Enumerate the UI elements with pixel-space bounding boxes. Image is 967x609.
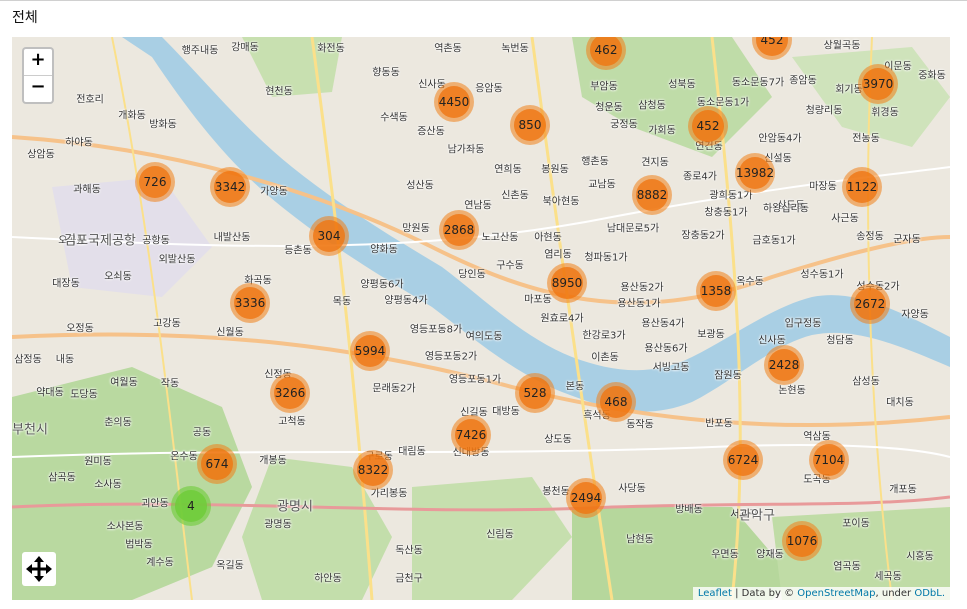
marker-cluster[interactable]: 6724 xyxy=(723,440,763,480)
cluster-count: 3342 xyxy=(214,171,246,203)
cluster-count: 13982 xyxy=(736,157,774,189)
marker-cluster[interactable]: 3336 xyxy=(230,283,270,323)
marker-cluster[interactable]: 726 xyxy=(135,162,175,202)
marker-cluster[interactable]: 3266 xyxy=(270,373,310,413)
cluster-count: 4 xyxy=(175,490,207,522)
marker-cluster[interactable]: 8950 xyxy=(547,263,587,303)
marker-cluster[interactable]: 4 xyxy=(171,486,211,526)
cluster-count: 7104 xyxy=(813,444,845,476)
cluster-count: 2428 xyxy=(768,349,800,381)
marker-cluster[interactable]: 5994 xyxy=(350,331,390,371)
map-attribution: Leaflet | Data by © OpenStreetMap, under… xyxy=(692,587,950,600)
cluster-count: 5994 xyxy=(354,335,386,367)
pan-move-button[interactable] xyxy=(22,552,56,586)
marker-cluster[interactable]: 1358 xyxy=(696,271,736,311)
marker-cluster[interactable]: 4450 xyxy=(434,82,474,122)
cluster-count: 468 xyxy=(600,386,632,418)
cluster-count: 304 xyxy=(313,220,345,252)
map-view[interactable]: 행주내동 강매동 화전동 역촌동 녹번동 상월곡동 이문동 향동동 신사동 응암동 부암동 성북동 동소… xyxy=(12,37,950,600)
move-arrows-icon xyxy=(26,556,52,582)
marker-cluster[interactable]: 2868 xyxy=(439,210,479,250)
marker-cluster[interactable]: 8322 xyxy=(353,450,393,490)
cluster-count: 1358 xyxy=(700,275,732,307)
page-title: 전체 xyxy=(12,10,38,26)
attribution-text: | Data by © xyxy=(731,588,798,599)
cluster-count: 528 xyxy=(519,377,551,409)
marker-cluster[interactable]: 674 xyxy=(197,444,237,484)
cluster-count: 850 xyxy=(514,109,546,141)
cluster-count: 8950 xyxy=(551,267,583,299)
cluster-count: 3336 xyxy=(234,287,266,319)
header-bar: 전체 xyxy=(0,0,967,32)
marker-cluster[interactable]: 304 xyxy=(309,216,349,256)
zoom-out-button[interactable]: − xyxy=(24,76,52,102)
cluster-count: 452 xyxy=(692,110,724,142)
marker-cluster[interactable]: 7104 xyxy=(809,440,849,480)
marker-cluster[interactable]: 8882 xyxy=(632,175,672,215)
cluster-count: 2868 xyxy=(443,214,475,246)
cluster-count: 8882 xyxy=(636,179,668,211)
cluster-count: 1076 xyxy=(786,525,818,557)
cluster-count: 726 xyxy=(139,166,171,198)
zoom-control: + − xyxy=(22,47,54,104)
marker-cluster[interactable]: 13982 xyxy=(735,153,775,193)
cluster-count: 8322 xyxy=(357,454,389,486)
cluster-count: 7426 xyxy=(455,419,487,451)
marker-cluster[interactable]: 1076 xyxy=(782,521,822,561)
odbl-link[interactable]: ODbL. xyxy=(914,588,945,599)
marker-cluster[interactable]: 3970 xyxy=(858,64,898,104)
cluster-count: 462 xyxy=(590,37,622,66)
cluster-count: 4450 xyxy=(438,86,470,118)
marker-cluster[interactable]: 2428 xyxy=(764,345,804,385)
marker-cluster[interactable]: 468 xyxy=(596,382,636,422)
marker-cluster[interactable]: 2672 xyxy=(850,284,890,324)
cluster-count: 3266 xyxy=(274,377,306,409)
marker-cluster[interactable]: 850 xyxy=(510,105,550,145)
marker-cluster[interactable]: 7426 xyxy=(451,415,491,455)
cluster-count: 3970 xyxy=(862,68,894,100)
leaflet-link[interactable]: Leaflet xyxy=(698,588,732,599)
marker-cluster[interactable]: 528 xyxy=(515,373,555,413)
cluster-count: 1122 xyxy=(846,171,878,203)
cluster-count: 2494 xyxy=(570,482,602,514)
marker-cluster[interactable]: 3342 xyxy=(210,167,250,207)
osm-link[interactable]: OpenStreetMap xyxy=(797,588,875,599)
map-base-layer xyxy=(12,37,950,600)
cluster-count: 674 xyxy=(201,448,233,480)
cluster-count: 2672 xyxy=(854,288,886,320)
marker-cluster[interactable]: 452 xyxy=(688,106,728,146)
zoom-in-button[interactable]: + xyxy=(24,49,52,76)
cluster-count: 452 xyxy=(756,37,788,56)
marker-cluster[interactable]: 1122 xyxy=(842,167,882,207)
cluster-count: 6724 xyxy=(727,444,759,476)
marker-cluster[interactable]: 2494 xyxy=(566,478,606,518)
attribution-under-text: , under xyxy=(875,588,915,599)
